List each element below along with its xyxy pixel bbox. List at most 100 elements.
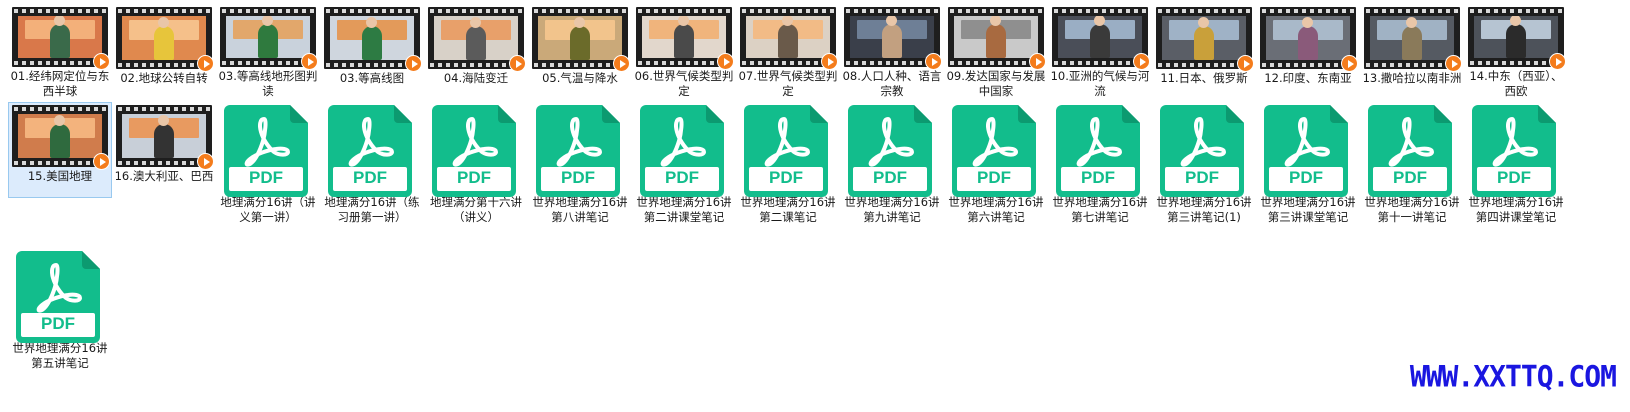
pdf-badge: PDF [977,168,1011,187]
file-name-label: 世界地理满分16讲第四讲课堂笔记 [1468,195,1564,224]
file-name-label: 世界地理满分16讲第五讲笔记 [12,341,108,370]
pdf-file-item[interactable]: PDF 世界地理满分16讲第二讲课堂笔记 [632,102,736,230]
video-file-item[interactable]: 06.世界气候类型判定 [632,4,736,100]
file-name-label: 01.经纬网定位与东西半球 [10,69,110,98]
video-file-item[interactable]: 03.等高线地形图判读 [216,4,320,100]
play-icon [197,153,214,170]
video-file-item[interactable]: 12.印度、东南亚 [1256,4,1360,100]
pdf-file-icon: PDF [1364,103,1460,197]
pdf-file-item[interactable]: PDF 世界地理满分16讲第十一讲笔记 [1360,102,1464,230]
play-icon [197,55,214,72]
file-name-label: 世界地理满分16讲第七讲笔记 [1052,195,1148,224]
file-name-label: 世界地理满分16讲第八讲笔记 [532,195,628,224]
video-file-icon [948,7,1046,70]
pdf-file-item[interactable]: PDF 世界地理满分16讲第五讲笔记 [8,248,112,376]
video-file-item[interactable]: 16.澳大利亚、巴西 [112,102,216,198]
play-icon [1133,53,1150,70]
pdf-badge: PDF [1081,168,1115,187]
play-icon [613,55,630,72]
file-name-label: 03.等高线图 [339,71,405,85]
pdf-file-item[interactable]: PDF 世界地理满分16讲第二课笔记 [736,102,840,230]
pdf-file-item[interactable]: PDF 世界地理满分16讲第七讲笔记 [1048,102,1152,230]
play-icon [1237,55,1254,72]
play-icon [821,53,838,70]
video-file-item[interactable]: 05.气温与降水 [528,4,632,100]
video-file-icon [1364,7,1462,72]
pdf-badge: PDF [41,314,75,333]
pdf-file-icon: PDF [740,103,836,197]
file-name-label: 世界地理满分16讲第六讲笔记 [948,195,1044,224]
pdf-file-item[interactable]: PDF 世界地理满分16讲第三讲课堂笔记 [1256,102,1360,230]
video-file-item[interactable]: 13.撒哈拉以南非洲 [1360,4,1464,100]
video-file-item[interactable]: 10.亚洲的气候与河流 [1048,4,1152,100]
play-icon [93,53,110,70]
pdf-file-item[interactable]: PDF 地理满分16讲（讲义第一讲） [216,102,320,230]
pdf-file-item[interactable]: PDF 世界地理满分16讲第三讲笔记(1) [1152,102,1256,230]
pdf-file-icon: PDF [220,103,316,197]
play-icon [1341,55,1358,72]
file-name-label: 世界地理满分16讲第三讲课堂笔记 [1260,195,1356,224]
pdf-badge: PDF [353,168,387,187]
file-name-label: 16.澳大利亚、巴西 [114,169,214,183]
video-file-icon [12,105,110,170]
pdf-badge: PDF [457,168,491,187]
file-name-label: 05.气温与降水 [542,71,618,85]
file-name-label: 07.世界气候类型判定 [738,69,838,98]
pdf-badge: PDF [769,168,803,187]
file-name-label: 地理满分16讲（练习册第一讲） [324,195,420,224]
pdf-file-icon: PDF [428,103,524,197]
video-file-icon [428,7,526,72]
video-file-icon [116,105,214,170]
pdf-badge: PDF [1497,168,1531,187]
file-name-label: 世界地理满分16讲第二讲课堂笔记 [636,195,732,224]
video-file-item[interactable]: 01.经纬网定位与东西半球 [8,4,112,100]
file-name-label: 06.世界气候类型判定 [634,69,734,98]
pdf-file-icon: PDF [844,103,940,197]
video-file-icon [1260,7,1358,72]
video-file-item[interactable]: 08.人口人种、语言宗教 [840,4,944,100]
video-file-item[interactable]: 11.日本、俄罗斯 [1152,4,1256,100]
video-file-icon [324,7,422,72]
pdf-file-icon: PDF [1468,103,1564,197]
file-name-label: 12.印度、东南亚 [1264,71,1352,85]
file-name-label: 11.日本、俄罗斯 [1160,71,1248,85]
video-file-icon [1468,7,1566,70]
pdf-file-icon: PDF [12,249,108,343]
video-file-item[interactable]: 07.世界气候类型判定 [736,4,840,100]
pdf-badge: PDF [249,168,283,187]
pdf-file-icon: PDF [1260,103,1356,197]
file-name-label: 02.地球公转自转 [120,71,208,85]
pdf-file-icon: PDF [1052,103,1148,197]
file-name-label: 13.撒哈拉以南非洲 [1362,71,1462,85]
play-icon [1549,53,1566,70]
video-file-item[interactable]: 09.发达国家与发展中国家 [944,4,1048,100]
file-name-label: 08.人口人种、语言宗教 [842,69,942,98]
file-name-label: 04.海陆变迁 [443,71,509,85]
pdf-file-item[interactable]: PDF 世界地理满分16讲第九讲笔记 [840,102,944,230]
pdf-file-item[interactable]: PDF 世界地理满分16讲第八讲笔记 [528,102,632,230]
video-file-item[interactable]: 15.美国地理 [8,102,112,198]
video-file-icon [1052,7,1150,70]
play-icon [1445,55,1462,72]
watermark: WWW.XXTTQ.COM [1409,359,1617,394]
video-file-item[interactable]: 02.地球公转自转 [112,4,216,100]
file-name-label: 03.等高线地形图判读 [218,69,318,98]
file-name-label: 14.中东（西亚）、西欧 [1469,69,1563,98]
video-file-icon [740,7,838,70]
play-icon [509,55,526,72]
video-file-item[interactable]: 04.海陆变迁 [424,4,528,100]
video-file-item[interactable]: 03.等高线图 [320,4,424,100]
video-file-icon [844,7,942,70]
pdf-file-icon: PDF [324,103,420,197]
play-icon [405,55,422,72]
video-file-icon [636,7,734,70]
video-file-icon [116,7,214,72]
pdf-file-item[interactable]: PDF 世界地理满分16讲第四讲课堂笔记 [1464,102,1568,230]
play-icon [301,53,318,70]
pdf-file-item[interactable]: PDF 地理满分第十六讲（讲义） [424,102,528,230]
video-file-item[interactable]: 14.中东（西亚）、西欧 [1464,4,1568,100]
pdf-file-item[interactable]: PDF 世界地理满分16讲第六讲笔记 [944,102,1048,230]
pdf-file-item[interactable]: PDF 地理满分16讲（练习册第一讲） [320,102,424,230]
file-name-label: 世界地理满分16讲第九讲笔记 [844,195,940,224]
file-name-label: 09.发达国家与发展中国家 [946,69,1046,98]
